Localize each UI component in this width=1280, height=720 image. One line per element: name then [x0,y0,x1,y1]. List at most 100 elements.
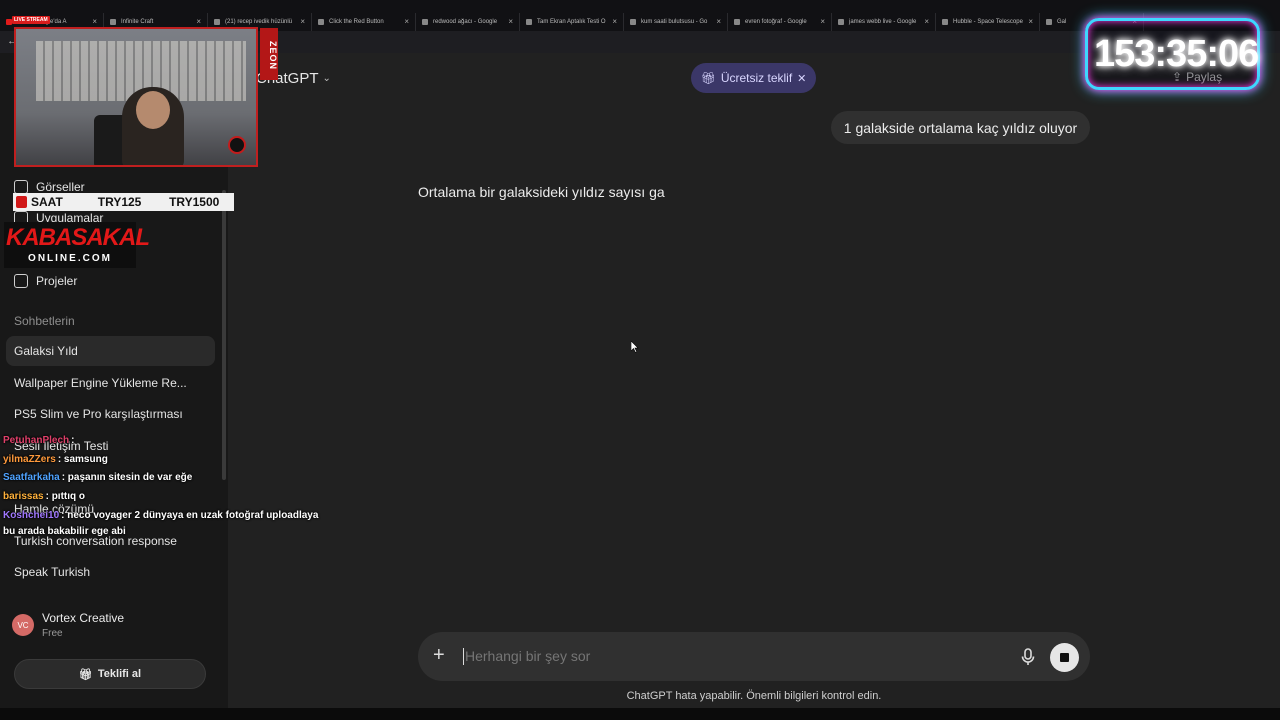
browser-tab[interactable]: evren fotoğraf - Google × [728,13,832,31]
stream-timer: 153:35:06 [1085,18,1260,90]
sidebar-item-label: Projeler [36,274,78,288]
tab-title: james webb live - Google [849,19,917,25]
stream-chat-text: : pıttıq o [45,491,86,502]
tab-title: Click the Red Button [329,19,384,25]
tab-title: redwood ağacı - Google [433,19,498,25]
tab-close-icon[interactable]: × [716,17,721,26]
tab-favicon-icon [110,19,116,25]
sidebar-item-label: Görseller [36,180,85,194]
tab-close-icon[interactable]: × [612,17,617,26]
browser-tab[interactable]: kum saati bulutsusu - Go × [624,13,728,31]
plus-icon[interactable]: + [433,645,445,665]
price-bar-value: TRY125 [97,195,142,209]
tab-close-icon[interactable]: × [300,17,305,26]
kabasakal-logo-subtitle: ONLINE.COM [28,253,112,264]
free-offer-button[interactable]: 🎁︎ Ücretsiz teklif ✕ [691,63,816,93]
tab-title: Gal [1057,19,1067,25]
tab-favicon-icon [838,19,844,25]
stream-chat-text: : neco voyager 2 dünyaya en uzak fotoğra… [61,510,319,521]
sidebar-scrollbar[interactable] [222,190,226,480]
kabasakal-logo: KABASAKAL ONLINE.COM [4,222,150,268]
tab-favicon-icon [1046,19,1052,25]
gift-icon: 🎁︎ [78,668,93,681]
microphone-icon[interactable] [1020,648,1036,666]
price-bar-value: TRY1500 [169,195,220,209]
text-caret [463,648,464,665]
kabasakal-logo-title: KABASAKAL [6,224,150,251]
tab-close-icon[interactable]: × [1028,17,1033,26]
webcam-face [136,91,170,129]
browser-tab[interactable]: james webb live - Google × [832,13,936,31]
stream-chat-text: : paşanın sitesin de var eğe [61,472,193,483]
tab-title: Infinite Craft [121,19,154,25]
images-icon [14,180,28,194]
browser-tab[interactable]: Click the Red Button × [312,13,416,31]
get-offer-label: Teklifi al [97,668,142,680]
stream-chat-text: : [71,435,75,446]
bottom-strip [0,708,1280,720]
tab-favicon-icon [630,19,636,25]
stream-chat-text: : samsung [57,454,108,465]
tab-favicon-icon [734,19,740,25]
gift-icon: 🎁︎ [700,71,716,85]
prompt-input[interactable] [465,648,985,664]
user-message-text: 1 galakside ortalama kaç yıldız oluyor [843,119,1078,136]
tab-title: (21) recep ivedik hüzünlü [225,19,293,25]
tab-favicon-icon [214,19,220,25]
account-plan: Free [42,628,63,639]
mouse-cursor-icon [631,341,639,353]
account-name: Vortex Creative [42,611,125,625]
chevron-down-icon: ⌄ [322,73,331,84]
stream-chat-message: bu arada bakabilir ege abi [3,526,126,537]
stop-icon [1060,653,1069,662]
browser-tab[interactable]: Tam Ekran Aptalık Testi O × [520,13,624,31]
stream-chat-message: yilmaZZers: samsung [3,454,108,465]
tab-close-icon[interactable]: × [924,17,929,26]
tab-favicon-icon [526,19,532,25]
browser-tab[interactable]: Hubble - Space Telescope × [936,13,1040,31]
screen: craft - Google'da A×Infinite Craft×(21) … [0,0,1280,720]
tab-favicon-icon [422,19,428,25]
account-menu[interactable]: VC Vortex Creative Free [12,611,124,639]
tab-title: Hubble - Space Telescope [953,19,1023,25]
tab-close-icon[interactable]: × [508,17,513,26]
browser-tab[interactable]: redwood ağacı - Google × [416,13,520,31]
assistant-message: Ortalama bir galaksideki yıldız sayısı g… [418,184,665,200]
tab-close-icon[interactable]: × [196,17,201,26]
stream-chat-user: barissas [3,491,44,502]
stream-chat-message: PetuhanPlech: [3,435,74,446]
stream-chat-message: barissas: pıttıq o [3,491,85,502]
user-message: 1 galakside ortalama kaç yıldız oluyor [831,111,1090,144]
tab-favicon-icon [942,19,948,25]
chats-section-title: Sohbetlerin [14,314,75,328]
chat-item[interactable]: Wallpaper Engine Yükleme Re... [14,376,187,390]
webcam-overlay [14,27,258,167]
stop-generating-button[interactable] [1050,643,1079,672]
stream-chat-text: bu arada bakabilir ege abi [3,526,126,537]
sidebar-item-images[interactable]: Görseller [14,180,85,194]
close-icon[interactable]: ✕ [797,72,806,85]
stream-chat-user: Saatfarkaha [3,472,60,483]
tab-close-icon[interactable]: × [820,17,825,26]
stream-chat-message: Koshchei10: neco voyager 2 dünyaya en uz… [3,510,318,521]
tab-title: evren fotoğraf - Google [745,19,807,25]
tab-close-icon[interactable]: × [404,17,409,26]
stream-chat-user: Koshchei10 [3,510,60,521]
chat-item[interactable]: Speak Turkish [14,565,90,579]
stream-chat-user: yilmaZZers [3,454,56,465]
get-offer-button[interactable]: 🎁︎ Teklifi al [14,659,206,689]
chat-item[interactable]: PS5 Slim ve Pro karşılaştırması [14,407,183,421]
folder-icon [14,274,28,288]
avatar: VC [12,614,34,636]
tab-title: Tam Ekran Aptalık Testi O [537,19,606,25]
zeon-logo: ZEON [260,28,278,80]
price-bar: SAAT TRY125 TRY1500 [13,193,234,211]
stream-chat-user: PetuhanPlech [3,435,70,446]
tab-close-icon[interactable]: × [92,17,97,26]
free-offer-label: Ücretsiz teklif [720,71,793,85]
sponsor-logo-icon [228,136,246,154]
chat-item[interactable]: Galaksi Yıld [14,344,78,358]
sidebar-item-projects[interactable]: Projeler [14,274,77,288]
live-stream-badge: LIVE STREAM [12,16,50,24]
tab-title: kum saati bulutsusu - Go [641,19,708,25]
